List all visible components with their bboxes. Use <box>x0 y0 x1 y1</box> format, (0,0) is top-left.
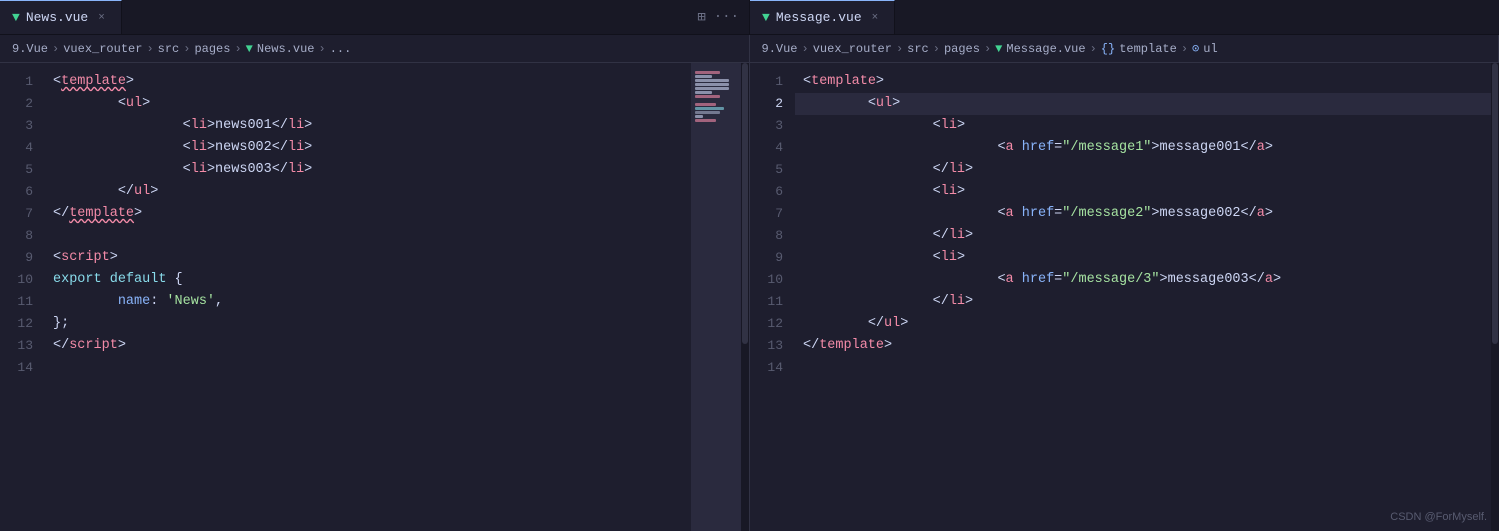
code-line: </li> <box>795 159 1491 181</box>
tab-news-vue[interactable]: ▼ News.vue × <box>0 0 122 34</box>
line-number: 8 <box>750 225 783 247</box>
tab-message-label: Message.vue <box>776 10 862 25</box>
bc-r-1: 9.Vue <box>762 42 798 56</box>
minimap-left <box>691 63 741 531</box>
line-number: 3 <box>0 115 33 137</box>
tab-news-label: News.vue <box>26 10 88 25</box>
tab-message-vue[interactable]: ▼ Message.vue × <box>750 0 895 34</box>
line-number: 14 <box>0 357 33 379</box>
code-line <box>795 357 1491 379</box>
line-number: 6 <box>0 181 33 203</box>
line-number: 7 <box>0 203 33 225</box>
code-line: <li>news003</li> <box>45 159 691 181</box>
bc-r-3: src <box>907 42 929 56</box>
tab-close-news[interactable]: × <box>94 10 109 26</box>
code-line: <a href="/message2">message002</a> <box>795 203 1491 225</box>
code-line: <a href="/message1">message001</a> <box>795 137 1491 159</box>
editor-pane-left: 1234567891011121314 <template> <ul> <li>… <box>0 63 750 531</box>
bc-l-2: vuex_router <box>63 42 142 56</box>
line-number: 7 <box>750 203 783 225</box>
code-line: </template> <box>795 335 1491 357</box>
code-line <box>45 225 691 247</box>
line-number: 1 <box>750 71 783 93</box>
code-line: <ul> <box>795 93 1491 115</box>
line-number: 10 <box>750 269 783 291</box>
code-line: <template> <box>795 71 1491 93</box>
code-line: <li> <box>795 181 1491 203</box>
code-line: }; <box>45 313 691 335</box>
line-number: 13 <box>750 335 783 357</box>
code-line: <li> <box>795 115 1491 137</box>
code-line: <ul> <box>45 93 691 115</box>
line-number: 9 <box>0 247 33 269</box>
code-line: <template> <box>45 71 691 93</box>
tab-bar: ▼ News.vue × ⊞ ··· ▼ Message.vue × <box>0 0 1499 35</box>
code-line: </script> <box>45 335 691 357</box>
bc-l-5: News.vue <box>257 42 315 56</box>
line-number: 12 <box>750 313 783 335</box>
vue-icon: ▼ <box>12 10 20 25</box>
bc-r-4: pages <box>944 42 980 56</box>
vue-icon-right: ▼ <box>762 10 770 25</box>
code-line <box>45 357 691 379</box>
code-line: </li> <box>795 291 1491 313</box>
code-line: <li> <box>795 247 1491 269</box>
watermark: CSDN @ForMyself. <box>1390 511 1487 523</box>
line-number: 14 <box>750 357 783 379</box>
bc-l-6: ... <box>330 42 352 56</box>
tab-bar-actions-left: ⊞ ··· <box>687 0 749 34</box>
line-number: 5 <box>0 159 33 181</box>
line-number: 11 <box>750 291 783 313</box>
line-number: 3 <box>750 115 783 137</box>
line-number: 8 <box>0 225 33 247</box>
line-number: 10 <box>0 269 33 291</box>
line-number: 2 <box>0 93 33 115</box>
code-line: </template> <box>45 203 691 225</box>
bc-l-4: pages <box>194 42 230 56</box>
code-lines-left[interactable]: <template> <ul> <li>news001</li> <li>new… <box>45 63 691 531</box>
line-number: 6 <box>750 181 783 203</box>
more-icon[interactable]: ··· <box>714 9 739 25</box>
code-lines-right[interactable]: <template> <ul> <li> <a href="/message1"… <box>795 63 1491 531</box>
tab-close-message[interactable]: × <box>868 10 883 26</box>
bc-r-template: template <box>1119 42 1177 56</box>
line-number: 13 <box>0 335 33 357</box>
code-line: name: 'News', <box>45 291 691 313</box>
line-number: 5 <box>750 159 783 181</box>
split-icon[interactable]: ⊞ <box>697 9 705 26</box>
code-line: <li>news001</li> <box>45 115 691 137</box>
bc-r-ul: ul <box>1203 42 1217 56</box>
code-line: </ul> <box>795 313 1491 335</box>
code-line: <a href="/message/3">message003</a> <box>795 269 1491 291</box>
bc-r-5: Message.vue <box>1006 42 1085 56</box>
editors: 1234567891011121314 <template> <ul> <li>… <box>0 63 1499 531</box>
line-number: 4 <box>0 137 33 159</box>
bc-r-2: vuex_router <box>813 42 892 56</box>
breadcrumb-right: 9.Vue › vuex_router › src › pages › ▼ Me… <box>750 35 1499 62</box>
code-line: </li> <box>795 225 1491 247</box>
code-line: </ul> <box>45 181 691 203</box>
line-number: 11 <box>0 291 33 313</box>
breadcrumb-bar: 9.Vue › vuex_router › src › pages › ▼ Ne… <box>0 35 1499 63</box>
bc-l-3: src <box>158 42 180 56</box>
code-line: export default { <box>45 269 691 291</box>
code-line: <script> <box>45 247 691 269</box>
line-number: 9 <box>750 247 783 269</box>
editor-pane-right: 1234567891011121314 <template> <ul> <li>… <box>750 63 1499 531</box>
line-number: 2 <box>750 93 783 115</box>
line-number: 12 <box>0 313 33 335</box>
line-number: 4 <box>750 137 783 159</box>
bc-l-1: 9.Vue <box>12 42 48 56</box>
code-line: <li>news002</li> <box>45 137 691 159</box>
line-number: 1 <box>0 71 33 93</box>
breadcrumb-left: 9.Vue › vuex_router › src › pages › ▼ Ne… <box>0 35 750 62</box>
line-numbers-right: 1234567891011121314 <box>750 63 795 531</box>
line-numbers-left: 1234567891011121314 <box>0 63 45 531</box>
